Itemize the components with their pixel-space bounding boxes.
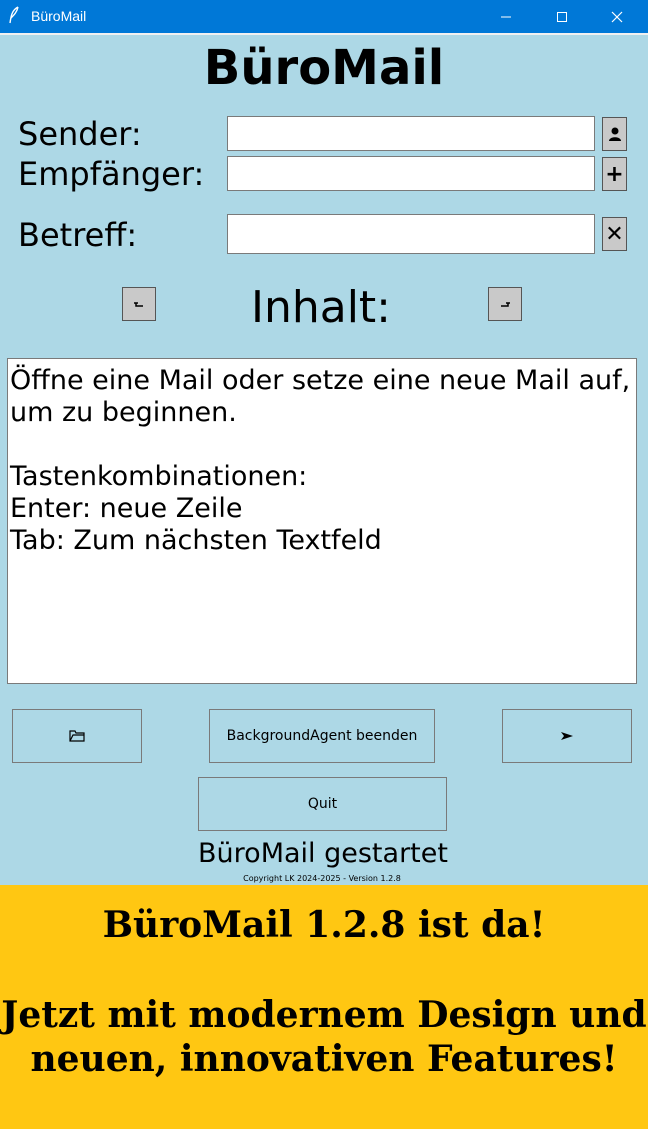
send-button[interactable] (502, 709, 632, 763)
recipient-label: Empfänger: (18, 155, 205, 193)
minimize-button[interactable] (483, 0, 529, 33)
sender-label: Sender: (18, 115, 142, 153)
add-recipient-button[interactable]: + (602, 157, 627, 191)
banner-subline: Jetzt mit modernem Design und neuen, inn… (1, 994, 647, 1080)
minimize-icon (501, 16, 511, 17)
subject-input[interactable] (227, 214, 595, 254)
window-title: BüroMail (31, 8, 87, 24)
content-textarea[interactable]: Öffne eine Mail oder setze eine neue Mai… (7, 358, 637, 684)
content-label: Inhalt: (250, 282, 391, 333)
window-titlebar: BüroMail (0, 0, 648, 33)
maximize-icon (557, 11, 567, 22)
status-text: BüroMail gestartet (198, 838, 448, 869)
person-icon (608, 127, 621, 141)
close-icon (611, 11, 623, 22)
redo-icon (501, 302, 510, 307)
maximize-button[interactable] (539, 0, 585, 33)
close-button[interactable] (594, 0, 640, 33)
quit-button[interactable]: Quit (198, 777, 447, 831)
copyright-text: Copyright LK 2024-2025 - Version 1.2.8 (243, 874, 401, 883)
recipient-input[interactable] (227, 156, 595, 191)
titlebar-divider (0, 33, 648, 35)
contact-button[interactable] (602, 117, 627, 151)
update-banner: BüroMail 1.2.8 ist da! Jetzt mit moderne… (0, 885, 648, 1129)
banner-headline: BüroMail 1.2.8 ist da! (102, 904, 546, 946)
app-title: BüroMail (203, 40, 445, 96)
subject-label: Betreff: (18, 216, 138, 254)
folder-icon (69, 730, 85, 742)
clear-button[interactable]: ✕ (602, 217, 627, 251)
open-mail-button[interactable] (12, 709, 142, 763)
redo-button[interactable] (488, 287, 522, 321)
sender-input[interactable] (227, 116, 595, 151)
feather-icon (8, 6, 20, 28)
send-arrow-icon (561, 732, 573, 740)
stop-background-agent-button[interactable]: BackgroundAgent beenden (209, 709, 435, 763)
